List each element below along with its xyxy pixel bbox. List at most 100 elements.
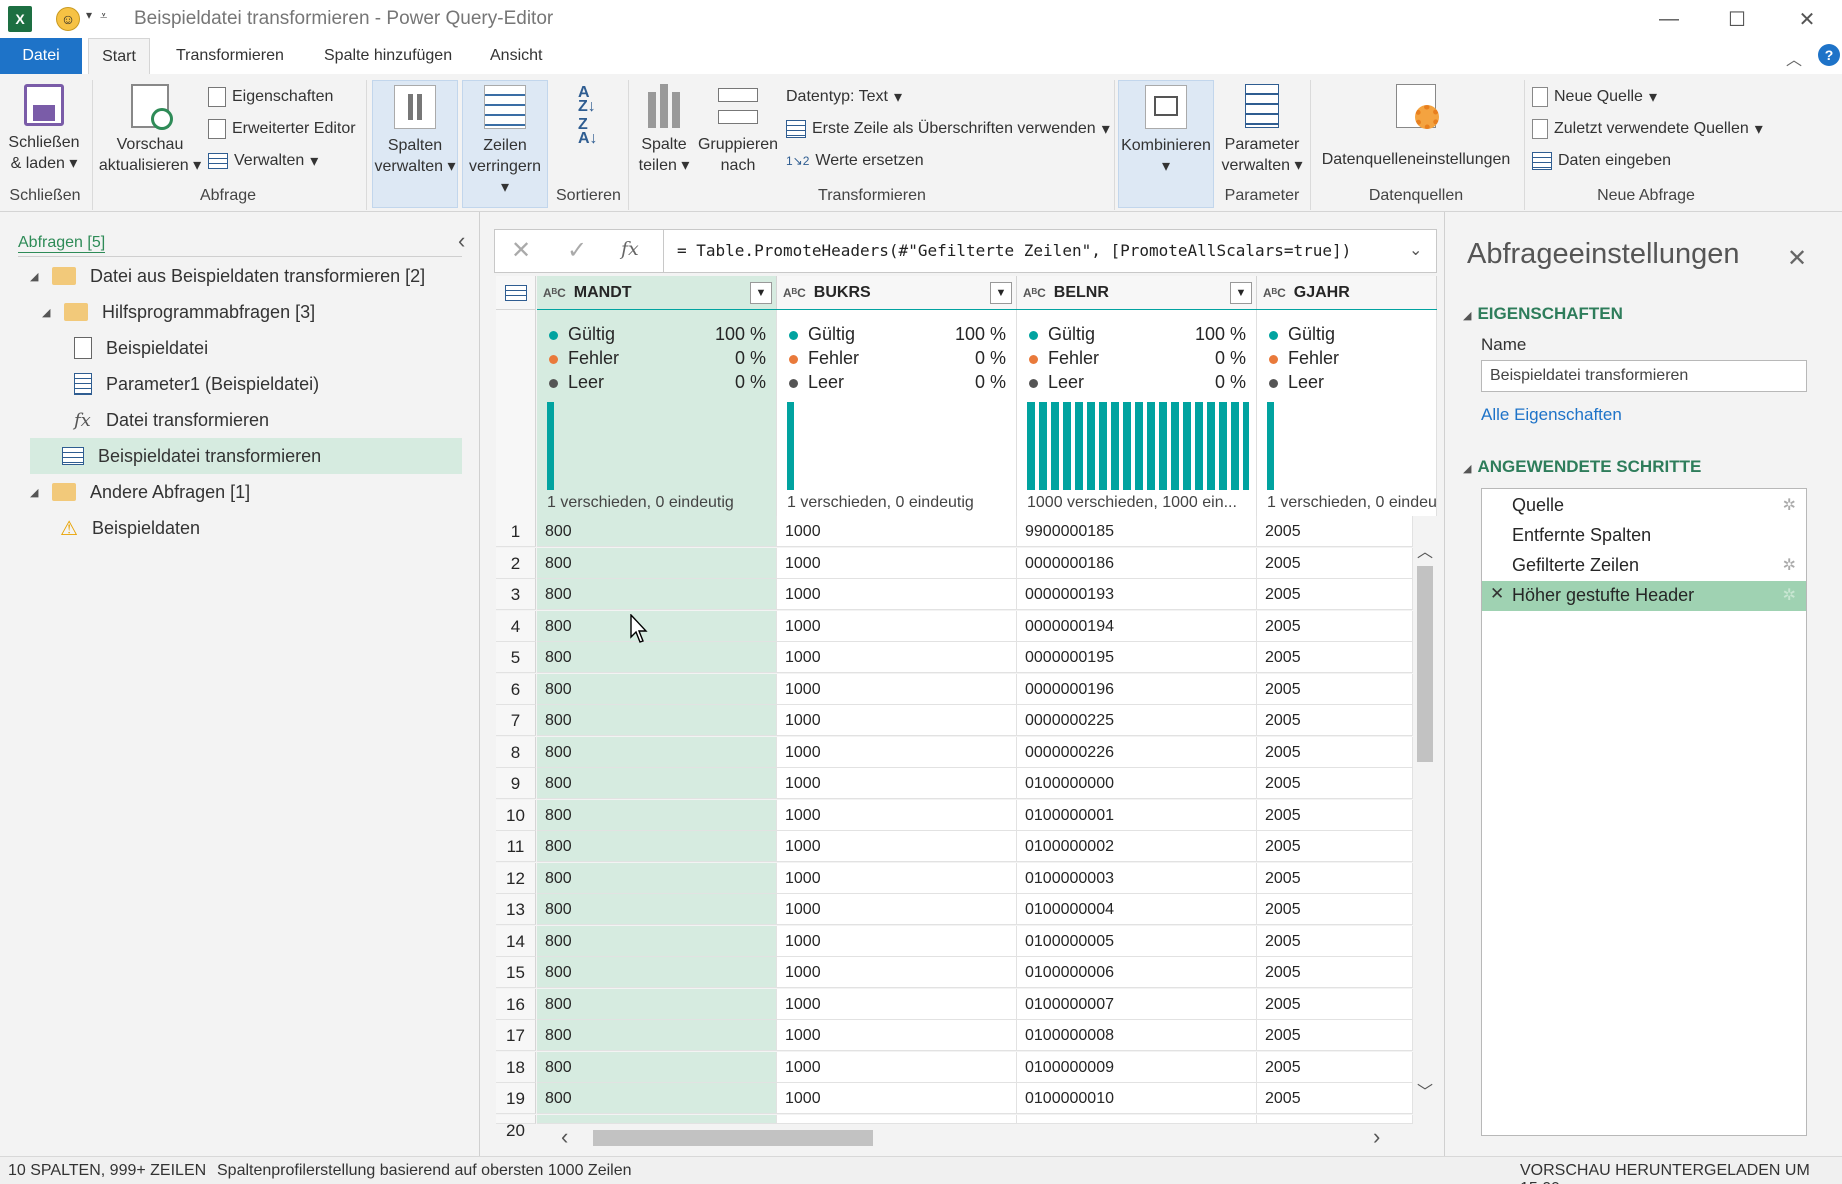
- manage-columns-button[interactable]: Spalten verwalten ▾: [372, 80, 458, 208]
- cell-gjahr[interactable]: 2005: [1257, 1083, 1413, 1114]
- cell-gjahr[interactable]: 2005: [1257, 579, 1413, 610]
- cell-belnr[interactable]: 0100000005: [1017, 926, 1257, 957]
- row-number[interactable]: 5: [496, 642, 536, 673]
- cell-gjahr[interactable]: 2005: [1257, 737, 1413, 768]
- scroll-thumb[interactable]: [1417, 566, 1433, 762]
- split-column-button[interactable]: Spalte teilen ▾: [632, 84, 696, 176]
- cell-bukrs[interactable]: 1000: [777, 579, 1017, 610]
- row-number[interactable]: 11: [496, 831, 536, 862]
- combine-button[interactable]: Kombinieren ▾: [1118, 80, 1214, 208]
- row-number[interactable]: 13: [496, 894, 536, 925]
- row-number[interactable]: 8: [496, 737, 536, 768]
- cell-gjahr[interactable]: 2005: [1257, 926, 1413, 957]
- cell-bukrs[interactable]: 1000: [777, 642, 1017, 673]
- cell-bukrs[interactable]: 1000: [777, 1115, 1017, 1124]
- h-scroll-thumb[interactable]: [593, 1130, 873, 1146]
- column-header-belnr[interactable]: AᴮC BELNR ▼: [1017, 276, 1257, 310]
- customize-quick-access-icon[interactable]: ▾: [86, 8, 92, 22]
- cell-mandt[interactable]: 800: [537, 957, 777, 988]
- column-header-mandt[interactable]: AᴮC MANDT ▼: [537, 276, 777, 310]
- row-number[interactable]: 15: [496, 957, 536, 988]
- cell-mandt[interactable]: 800: [537, 548, 777, 579]
- cancel-formula-icon[interactable]: ✕: [511, 236, 531, 265]
- maximize-button[interactable]: ☐: [1708, 0, 1766, 38]
- cell-bukrs[interactable]: 1000: [777, 1020, 1017, 1051]
- cell-gjahr[interactable]: 2005: [1257, 989, 1413, 1020]
- cell-belnr[interactable]: 0000000186: [1017, 548, 1257, 579]
- cell-belnr[interactable]: 0000000226: [1017, 737, 1257, 768]
- cell-gjahr[interactable]: 2005: [1257, 768, 1413, 799]
- refresh-preview-button[interactable]: Vorschau aktualisieren ▾: [98, 84, 202, 176]
- help-icon[interactable]: ?: [1818, 44, 1840, 66]
- collapse-ribbon-icon[interactable]: ︿: [1786, 46, 1802, 70]
- manage-button[interactable]: Verwalten ▾: [208, 148, 318, 174]
- cell-belnr[interactable]: 0100000011: [1017, 1115, 1257, 1124]
- cell-gjahr[interactable]: 2005: [1257, 863, 1413, 894]
- query-item-datei-transformieren[interactable]: fx Datei transformieren: [74, 402, 450, 438]
- query-group-andere[interactable]: ◢ Andere Abfragen [1]: [30, 474, 450, 510]
- recent-sources-button[interactable]: Zuletzt verwendete Quellen ▾: [1532, 116, 1763, 142]
- cell-belnr[interactable]: 0100000009: [1017, 1052, 1257, 1083]
- cell-mandt[interactable]: 800: [537, 737, 777, 768]
- scroll-left-icon[interactable]: ‹: [561, 1124, 568, 1150]
- row-number[interactable]: 17: [496, 1020, 536, 1051]
- row-number[interactable]: 19: [496, 1083, 536, 1114]
- cell-bukrs[interactable]: 1000: [777, 957, 1017, 988]
- cell-belnr[interactable]: 0100000001: [1017, 800, 1257, 831]
- sort-ascending-icon[interactable]: A Z↓: [578, 85, 596, 115]
- cell-gjahr[interactable]: 2005: [1257, 611, 1413, 642]
- tab-start[interactable]: Start: [88, 38, 150, 74]
- gear-icon[interactable]: ✲: [1783, 585, 1796, 605]
- properties-button[interactable]: Eigenschaften: [208, 84, 333, 110]
- cell-gjahr[interactable]: 2005: [1257, 642, 1413, 673]
- step-selected[interactable]: ✕ Höher gestufte Header ✲: [1482, 581, 1806, 611]
- scroll-up-icon[interactable]: ︿: [1417, 538, 1433, 562]
- cell-bukrs[interactable]: 1000: [777, 548, 1017, 579]
- cell-belnr[interactable]: 0100000006: [1017, 957, 1257, 988]
- formula-input[interactable]: = Table.PromoteHeaders(#"Gefilterte Zeil…: [677, 241, 1351, 260]
- status-profiling[interactable]: Spaltenprofilerstellung basierend auf ob…: [217, 1162, 632, 1180]
- advanced-editor-button[interactable]: Erweiterter Editor: [208, 116, 356, 142]
- cell-belnr[interactable]: 0100000010: [1017, 1083, 1257, 1114]
- cell-bukrs[interactable]: 1000: [777, 863, 1017, 894]
- cell-mandt[interactable]: 800: [537, 705, 777, 736]
- filter-dropdown-icon[interactable]: ▼: [1230, 281, 1252, 304]
- query-name-input[interactable]: Beispieldatei transformieren: [1481, 360, 1807, 392]
- cell-belnr[interactable]: 0100000002: [1017, 831, 1257, 862]
- step-quelle[interactable]: Quelle ✲: [1482, 491, 1806, 521]
- cell-mandt[interactable]: 800: [537, 989, 777, 1020]
- minimize-button[interactable]: —: [1640, 0, 1698, 38]
- tab-add-column[interactable]: Spalte hinzufügen: [310, 38, 466, 74]
- cell-bukrs[interactable]: 1000: [777, 831, 1017, 862]
- column-header-bukrs[interactable]: AᴮC BUKRS ▼: [777, 276, 1017, 310]
- cell-mandt[interactable]: 800: [537, 894, 777, 925]
- cell-bukrs[interactable]: 1000: [777, 705, 1017, 736]
- cell-mandt[interactable]: 800: [537, 611, 777, 642]
- close-window-button[interactable]: ✕: [1778, 0, 1836, 38]
- cell-gjahr[interactable]: 2005: [1257, 516, 1413, 547]
- row-number[interactable]: 1: [496, 516, 536, 547]
- cell-belnr[interactable]: 0100000000: [1017, 768, 1257, 799]
- qat-more-icon[interactable]: ⩡: [100, 8, 107, 24]
- cell-bukrs[interactable]: 1000: [777, 674, 1017, 705]
- cell-gjahr[interactable]: 2005: [1257, 800, 1413, 831]
- query-item-selected[interactable]: Beispieldatei transformieren: [30, 438, 462, 474]
- cell-belnr[interactable]: 0100000003: [1017, 863, 1257, 894]
- row-number[interactable]: 3: [496, 579, 536, 610]
- row-number[interactable]: 14: [496, 926, 536, 957]
- filter-dropdown-icon[interactable]: ▼: [990, 281, 1012, 304]
- row-number[interactable]: 20: [496, 1115, 536, 1140]
- table-menu-icon[interactable]: [496, 276, 536, 310]
- row-number[interactable]: 16: [496, 989, 536, 1020]
- cell-mandt[interactable]: 800: [537, 642, 777, 673]
- cell-mandt[interactable]: 800: [537, 831, 777, 862]
- all-properties-link[interactable]: Alle Eigenschaften: [1481, 405, 1622, 425]
- group-by-button[interactable]: Gruppieren nach: [696, 84, 780, 176]
- datatype-dropdown[interactable]: Datentyp: Text ▾: [786, 84, 902, 110]
- step-gefilterte-zeilen[interactable]: Gefilterte Zeilen ✲: [1482, 551, 1806, 581]
- vertical-scrollbar[interactable]: ︿ ﹀: [1413, 530, 1437, 1110]
- cell-belnr[interactable]: 0000000195: [1017, 642, 1257, 673]
- datasource-settings-button[interactable]: Datenquelleneinstellungen: [1316, 84, 1516, 170]
- cell-bukrs[interactable]: 1000: [777, 926, 1017, 957]
- cell-bukrs[interactable]: 1000: [777, 768, 1017, 799]
